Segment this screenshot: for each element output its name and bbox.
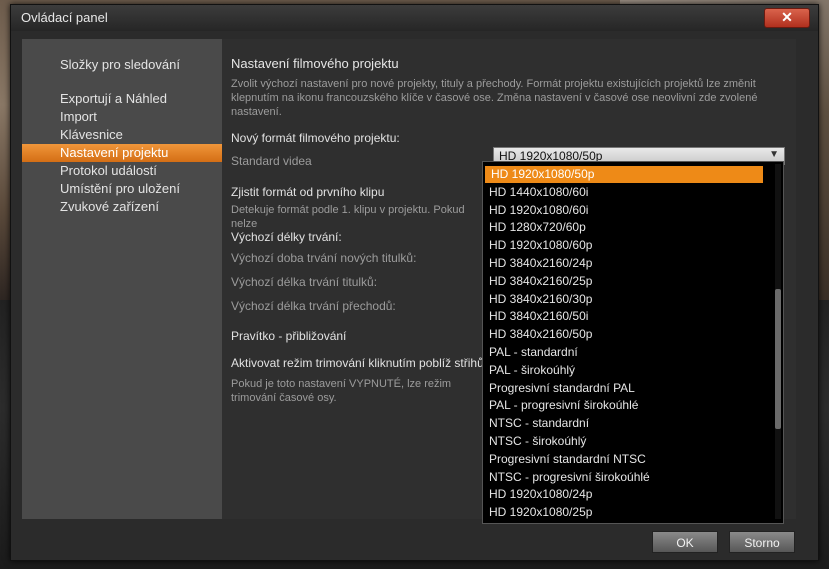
window-title: Ovládací panel <box>21 10 108 25</box>
chevron-down-icon: ▼ <box>769 149 779 160</box>
default-transition-duration-label: Výchozí délka trvání přechodů: <box>231 299 396 313</box>
title-bar[interactable]: Ovládací panel ✕ <box>11 5 818 31</box>
dropdown-option[interactable]: HD 1920x1080/60p <box>483 237 765 254</box>
dropdown-option[interactable]: HD 1920x1080/60i <box>483 202 765 219</box>
dropdown-option[interactable]: HD 3840x2160/30p <box>483 291 765 308</box>
dropdown-option[interactable]: Progresivní standardní NTSC <box>483 451 765 468</box>
dropdown-option[interactable]: NTSC - progresivní širokoúhlé <box>483 469 765 486</box>
detect-format-checkbox-label[interactable]: Zjistit formát od prvního klipu <box>231 185 384 199</box>
sidebar-item-export-preview[interactable]: Exportují a Náhled <box>22 90 222 108</box>
sidebar-item-keyboard[interactable]: Klávesnice <box>22 126 222 144</box>
cancel-button[interactable]: Storno <box>729 531 795 553</box>
dropdown-scrollbar[interactable] <box>775 164 781 519</box>
page-title: Nastavení filmového projektu <box>231 56 399 71</box>
new-format-label: Nový formát filmového projektu: <box>231 131 400 145</box>
page-description: Zvolit výchozí nastavení pro nové projek… <box>231 78 758 118</box>
dropdown-option[interactable]: HD 3840x2160/50i <box>483 308 765 325</box>
dropdown-option[interactable]: HD 1920x1080/24p <box>483 486 765 503</box>
dropdown-option[interactable]: NTSC - standardní <box>483 415 765 432</box>
dropdown-option[interactable]: PAL - širokoúhlý <box>483 362 765 379</box>
dropdown-option[interactable]: HD 1920x1080/25p <box>483 504 765 521</box>
sidebar-item-save-location[interactable]: Umístění pro uložení <box>22 180 222 198</box>
default-durations-label: Výchozí délky trvání: <box>231 230 342 244</box>
dropdown-option[interactable]: HD 1920x1080/50p <box>485 166 763 183</box>
scrollbar-thumb[interactable] <box>775 289 781 429</box>
dropdown-option[interactable]: HD 1280x720/60p <box>483 219 765 236</box>
dropdown-option[interactable]: HD 3840x2160/25p <box>483 273 765 290</box>
sidebar-item-import[interactable]: Import <box>22 108 222 126</box>
ruler-zoom-label[interactable]: Pravítko - přibližování <box>231 329 346 343</box>
video-standard-dropdown-list[interactable]: HD 1920x1080/50p HD 1440x1080/60i HD 192… <box>482 161 784 524</box>
dropdown-option[interactable]: PAL - standardní <box>483 344 765 361</box>
dropdown-option[interactable]: PAL - progresivní širokoúhlé <box>483 397 765 414</box>
default-title-duration-label: Výchozí délka trvání titulků: <box>231 275 378 289</box>
close-icon: ✕ <box>781 9 793 25</box>
dropdown-option[interactable]: HD 3840x2160/24p <box>483 255 765 272</box>
detect-format-description: Detekuje formát podle 1. klipu v projekt… <box>231 204 465 230</box>
video-standard-label: Standard videa <box>231 154 312 168</box>
sidebar-item-event-log[interactable]: Protokol událostí <box>22 162 222 180</box>
dropdown-option[interactable]: Progresivní standardní PAL <box>483 380 765 397</box>
ok-button[interactable]: OK <box>652 531 718 553</box>
dropdown-option[interactable]: HD 3840x2160/50p <box>483 326 765 343</box>
sidebar-item-audio-device[interactable]: Zvukové zařízení <box>22 198 222 216</box>
close-button[interactable]: ✕ <box>764 8 810 28</box>
dropdown-option[interactable]: NTSC - širokoúhlý <box>483 433 765 450</box>
sidebar: Složky pro sledování Exportují a Náhled … <box>22 39 222 519</box>
dropdown-option[interactable]: HD 1440x1080/60i <box>483 184 765 201</box>
trim-mode-label[interactable]: Aktivovat režim trimování kliknutím pobl… <box>231 356 484 370</box>
sidebar-item-watch-folders[interactable]: Složky pro sledování <box>22 56 222 74</box>
trim-mode-description: Pokud je toto nastavení VYPNUTÉ, lze rež… <box>231 378 452 404</box>
default-new-title-duration-label: Výchozí doba trvání nových titulků: <box>231 251 417 265</box>
sidebar-item-project-settings[interactable]: Nastavení projektu <box>22 144 222 162</box>
